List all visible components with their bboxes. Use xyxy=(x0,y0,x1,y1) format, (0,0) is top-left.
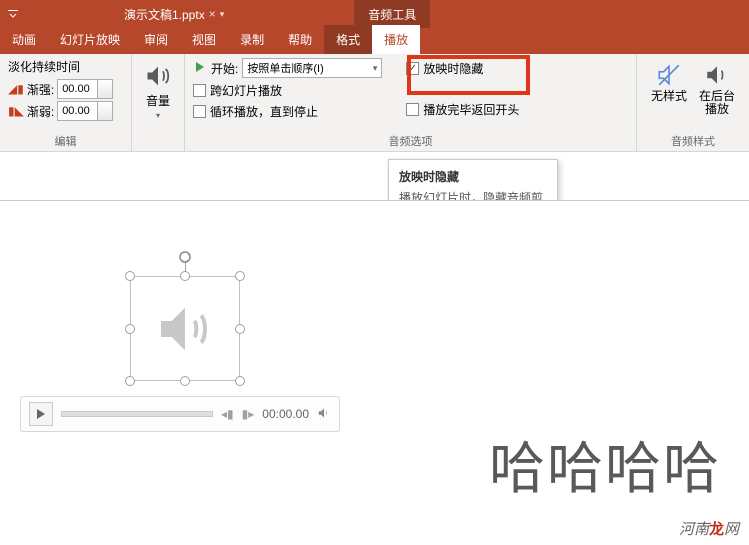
start-combo[interactable]: 按照单击顺序(I) xyxy=(242,58,382,78)
skip-back-icon[interactable]: ◂▮ xyxy=(221,407,234,421)
audio-clip-speaker-icon xyxy=(144,290,226,367)
watermark: 河南龙网 xyxy=(679,518,739,539)
chk-rewind[interactable] xyxy=(406,103,419,116)
rotation-handle-icon[interactable] xyxy=(178,250,192,264)
group-audio-options: 开始: 按照单击顺序(I) 跨幻灯片播放 循环播放，直到停止 ✓ 放映时隐藏 xyxy=(184,54,637,151)
fade-out-spinner[interactable]: 00.00 xyxy=(57,101,113,121)
tab-playback[interactable]: 播放 xyxy=(372,25,420,54)
fade-in-icon: ◢▮ xyxy=(8,82,24,96)
chk-hide-during-show[interactable]: ✓ xyxy=(406,62,419,75)
qat-customize-icon[interactable] xyxy=(2,5,24,23)
document-title: 演示文稿1.pptx xyxy=(124,6,205,23)
chk-loop[interactable] xyxy=(193,105,206,118)
dirty-indicator: × xyxy=(209,7,216,21)
group-edit: 淡化持续时间 ◢▮ 渐强: 00.00 ▮◣ 渐弱: 00.00 编辑 xyxy=(0,54,132,151)
tab-animations[interactable]: 动画 xyxy=(0,25,48,54)
title-bar: 演示文稿1.pptx × ▾ 音频工具 xyxy=(0,0,749,28)
play-button[interactable] xyxy=(29,402,53,426)
tab-view[interactable]: 视图 xyxy=(180,25,228,54)
ribbon-tab-row: 动画 幻灯片放映 审阅 视图 录制 帮助 格式 播放 xyxy=(0,28,749,54)
skip-forward-icon[interactable]: ▮▸ xyxy=(242,407,255,421)
volume-button[interactable]: 音量 ▾ xyxy=(140,58,176,147)
resize-handle-n[interactable] xyxy=(180,271,190,281)
fade-duration-label: 淡化持续时间 xyxy=(8,58,123,75)
fade-in-spinner[interactable]: 00.00 xyxy=(57,79,113,99)
tooltip-title: 放映时隐藏 xyxy=(399,168,547,185)
tab-review[interactable]: 审阅 xyxy=(132,25,180,54)
audio-object-selected[interactable] xyxy=(130,276,240,381)
resize-handle-ne[interactable] xyxy=(235,271,245,281)
tab-help[interactable]: 帮助 xyxy=(276,25,324,54)
speaker-icon xyxy=(144,62,172,90)
group-label-edit: 编辑 xyxy=(8,131,123,149)
group-label-audio-options: 音频选项 xyxy=(193,131,628,149)
tab-record[interactable]: 录制 xyxy=(228,25,276,54)
chk-cross-slides[interactable] xyxy=(193,84,206,97)
title-caret-icon[interactable]: ▾ xyxy=(220,9,225,20)
audio-mini-player: ◂▮ ▮▸ 00:00.00 xyxy=(20,396,340,432)
group-audio-styles: 无样式 在后台播放 音频样式 xyxy=(637,54,749,151)
resize-handle-w[interactable] xyxy=(125,324,135,334)
player-time: 00:00.00 xyxy=(262,407,309,421)
slide-canvas[interactable]: ◂▮ ▮▸ 00:00.00 哈哈哈哈 河南龙网 xyxy=(0,200,749,545)
resize-handle-s[interactable] xyxy=(180,376,190,386)
slide-text-content[interactable]: 哈哈哈哈 xyxy=(489,424,721,505)
fade-in-label: 渐强: xyxy=(27,81,54,98)
cross-slides-label: 跨幻灯片播放 xyxy=(210,82,282,99)
resize-handle-se[interactable] xyxy=(235,376,245,386)
contextual-tab-audio-tools: 音频工具 xyxy=(354,0,430,28)
start-label: 开始: xyxy=(211,60,238,77)
play-icon xyxy=(36,409,46,419)
no-style-icon xyxy=(656,62,682,88)
loop-label: 循环播放，直到停止 xyxy=(210,103,318,120)
player-volume-icon[interactable] xyxy=(317,406,331,423)
background-play-button[interactable]: 在后台播放 xyxy=(696,58,738,131)
start-icon xyxy=(193,60,207,77)
ribbon: 淡化持续时间 ◢▮ 渐强: 00.00 ▮◣ 渐弱: 00.00 编辑 音量 ▾ xyxy=(0,54,749,152)
resize-handle-e[interactable] xyxy=(235,324,245,334)
no-style-button[interactable]: 无样式 xyxy=(648,58,690,131)
resize-handle-nw[interactable] xyxy=(125,271,135,281)
progress-bar[interactable] xyxy=(61,411,213,417)
background-play-icon xyxy=(704,62,730,88)
tab-slideshow[interactable]: 幻灯片放映 xyxy=(48,25,132,54)
tab-format[interactable]: 格式 xyxy=(324,25,372,54)
group-volume: 音量 ▾ xyxy=(132,54,184,151)
group-label-audio-styles: 音频样式 xyxy=(645,131,741,149)
fade-out-label: 渐弱: xyxy=(27,103,54,120)
fade-out-icon: ▮◣ xyxy=(8,104,24,118)
chevron-down-icon: ▾ xyxy=(156,111,160,120)
resize-handle-sw[interactable] xyxy=(125,376,135,386)
rewind-label: 播放完毕返回开头 xyxy=(423,101,519,118)
hide-during-show-label: 放映时隐藏 xyxy=(423,60,483,77)
